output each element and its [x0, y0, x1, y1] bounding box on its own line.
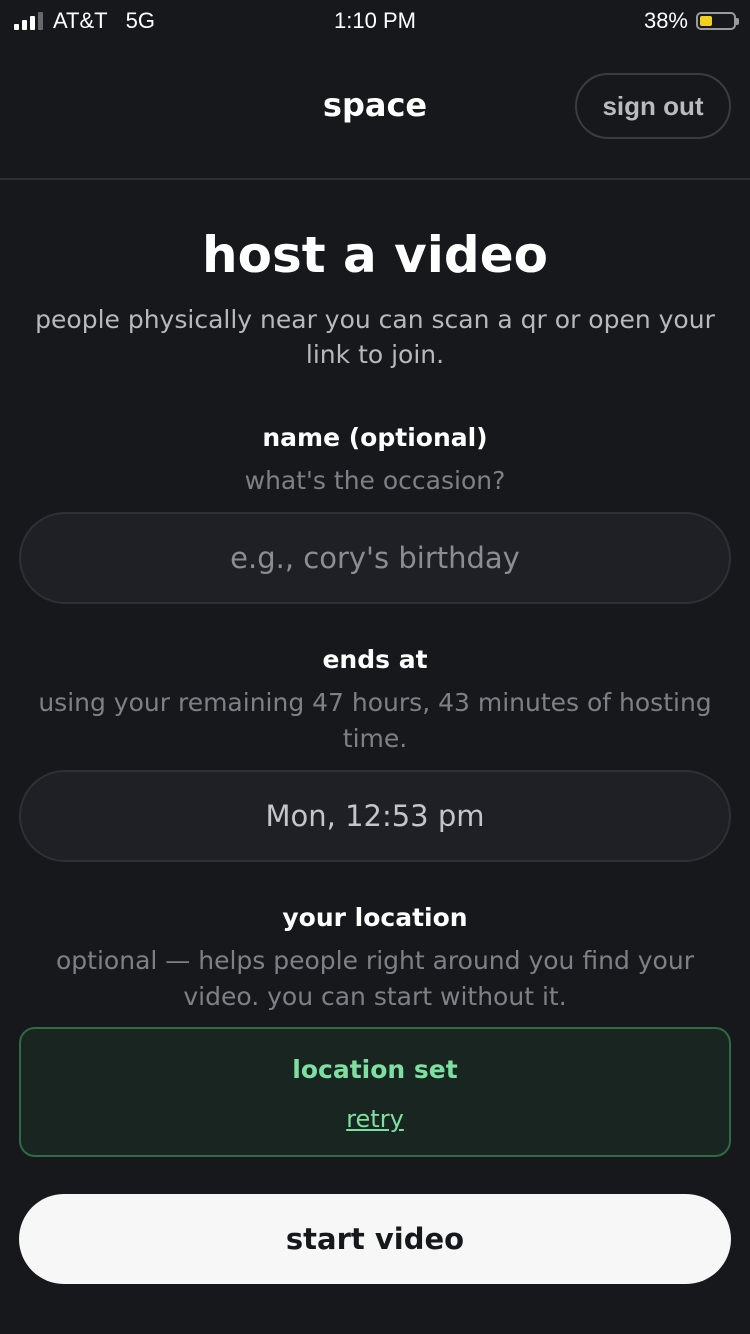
name-field-container [19, 512, 731, 604]
battery-level-fill [700, 16, 712, 26]
name-label: name (optional) [262, 423, 488, 452]
location-retry-link[interactable]: retry [346, 1105, 404, 1133]
sign-out-button[interactable]: sign out [575, 73, 731, 139]
status-bar: AT&T 5G 1:10 PM 38% [0, 0, 750, 40]
app-header: space sign out [0, 40, 750, 180]
name-hint: what's the occasion? [244, 466, 506, 495]
location-retry-wrapper: retry [21, 1105, 729, 1133]
ends-at-label: ends at [322, 645, 428, 674]
page-subtitle: people physically near you can scan a qr… [35, 305, 715, 369]
status-time: 1:10 PM [334, 8, 416, 33]
page-title: host a video [202, 226, 548, 284]
start-video-button[interactable]: start video [19, 1194, 731, 1284]
location-label: your location [282, 903, 468, 932]
battery-percent: 38% [643, 8, 688, 33]
ends-at-picker[interactable]: Mon, 12:53 pm [19, 770, 731, 862]
location-hint: optional — helps people right around you… [56, 946, 694, 1011]
battery-icon [696, 12, 739, 30]
location-status-text: location set [292, 1055, 458, 1084]
ends-at-hint: using your remaining 47 hours, 43 minute… [38, 688, 712, 753]
status-bar-right: 38% [643, 8, 739, 34]
location-status-box: location set retry [19, 1027, 731, 1157]
name-input[interactable] [21, 513, 729, 603]
